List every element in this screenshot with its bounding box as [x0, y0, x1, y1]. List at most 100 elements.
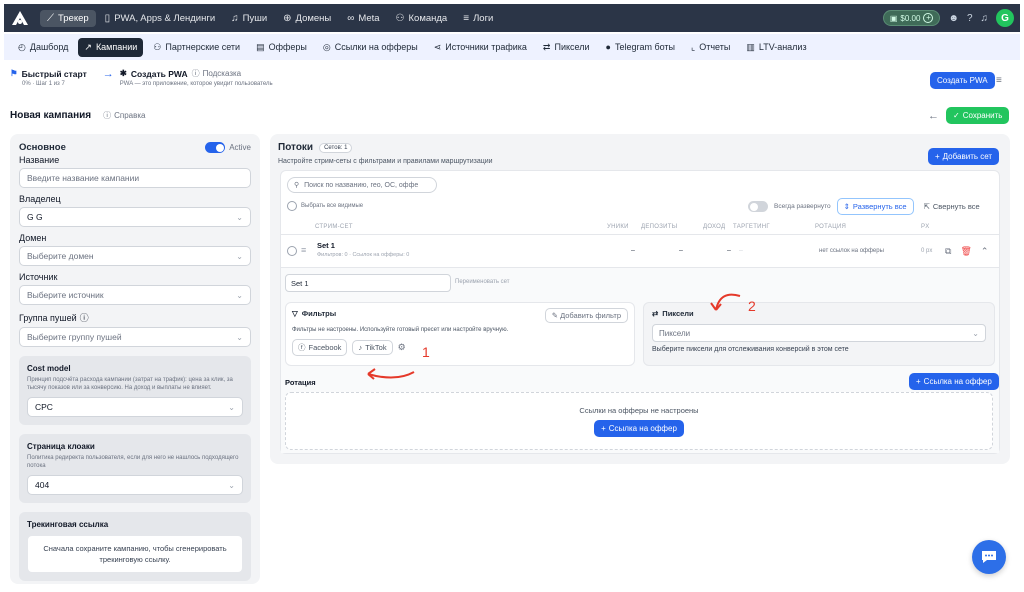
select-all-visible[interactable]: Выбрать все видимые [287, 201, 363, 211]
domain-select[interactable]: Выберите домен ⌄ [19, 246, 251, 266]
plus-icon: + [935, 152, 940, 161]
gear-icon[interactable]: ⚙ [398, 342, 406, 353]
source-label: Источник [19, 272, 58, 282]
copy-icon[interactable]: ⧉ [945, 246, 951, 257]
pixels-title: Пиксели [662, 309, 694, 318]
add-filter-button[interactable]: ✎ Добавить фильтр [544, 308, 628, 323]
menu-icon[interactable]: ≡ [996, 75, 1002, 86]
campaign-name-input[interactable]: Введите название кампании [19, 168, 251, 188]
drag-handle-icon[interactable]: ≡ [301, 245, 306, 255]
active-toggle[interactable] [205, 142, 226, 153]
arrow-right-icon: → [102, 68, 114, 80]
subnav-offers[interactable]: ▤ Офферы [250, 38, 313, 57]
topnav-meta[interactable]: ∞ Meta [340, 10, 386, 27]
search-icon: ⚲ [294, 182, 300, 189]
always-expanded-toggle[interactable] [748, 201, 768, 212]
col-targeting: Таргетинг [733, 224, 770, 230]
subnav-ltv[interactable]: ▥ LTV-анализ [740, 38, 812, 57]
pixels-select[interactable]: Пиксели ⌄ [652, 324, 986, 342]
list-icon: ≡ [463, 12, 470, 24]
subnav-pixels[interactable]: ⇄ Пиксели [537, 38, 596, 57]
chevron-up-icon[interactable]: ⌃ [981, 246, 989, 257]
add-funds-icon[interactable]: + [923, 13, 934, 23]
save-button[interactable]: ✓ Сохранить [946, 107, 1010, 124]
avatar[interactable]: G [996, 9, 1014, 27]
cost-model-card: Cost model Принцип подсчёта расхода камп… [19, 356, 251, 425]
collapse-icon: ⇱ [923, 202, 930, 211]
select-all-checkbox[interactable] [287, 201, 297, 211]
add-set-button[interactable]: + Добавить сет [928, 148, 1000, 165]
owner-select[interactable]: G G ⌄ [19, 207, 251, 227]
sets-count-badge: Сетов: 1 [319, 142, 353, 153]
search-input[interactable]: ⚲ Поиск по названию, гео, ОС, оффе [287, 177, 437, 193]
preset-facebook[interactable]: ⓕ Facebook [292, 339, 348, 356]
rotation-value: нет ссылок на офферы [819, 248, 884, 254]
cost-model-desc: Принцип подсчёта расхода кампании (затра… [27, 377, 233, 391]
hint-link[interactable]: ⓘ Подсказка [192, 68, 242, 79]
section-title: Основное [19, 142, 66, 153]
topnav-domains[interactable]: ⊕ Домены [276, 10, 338, 27]
android-icon: ✱ [119, 68, 127, 78]
cost-model-select[interactable]: CPC ⌄ [27, 397, 243, 417]
facebook-icon: ⓕ [298, 343, 306, 352]
telegram-icon: ● [605, 42, 611, 52]
topnav-pwa[interactable]: ▯ PWA, Apps & Лендинги [98, 10, 222, 27]
add-offer-link-button[interactable]: + Ссылка на оффер [909, 373, 999, 390]
create-pwa-step: ✱ Создать PWA ⓘ Подсказка PWA — это прило… [119, 68, 273, 87]
push-group-select[interactable]: Выберите группу пушей ⌄ [19, 327, 251, 347]
collapse-all-button[interactable]: ⇱ Свернуть все [924, 202, 980, 211]
question-circle-icon[interactable]: ⓘ [80, 311, 89, 324]
ltv-icon: ▥ [746, 41, 755, 52]
set-name-input[interactable]: Set 1 [285, 274, 451, 292]
tiktok-icon: ♪ [358, 343, 363, 352]
back-arrow-icon[interactable]: ← [928, 110, 939, 122]
subnav-traffic-sources[interactable]: ⋖ Источники трафика [428, 38, 533, 57]
table-row[interactable]: ≡ Set 1 Фильтров: 0 · Ссылок на офферы: … [281, 237, 999, 265]
cloak-title: Страница клоаки [27, 442, 95, 451]
active-label: Active [229, 143, 251, 152]
cloak-desc: Политика редиректа пользователя, если дл… [27, 455, 239, 469]
arrows-icon: ⇄ [542, 41, 551, 52]
subnav-offer-links[interactable]: ◎ Ссылки на офферы [317, 38, 424, 57]
reports-icon: ⌞ [691, 41, 696, 52]
quick-start-step[interactable]: ⚑ Быстрый старт 0% · Шаг 1 из 7 [10, 68, 87, 87]
expand-all-button[interactable]: ⇕ Развернуть все [836, 198, 914, 215]
source-select[interactable]: Выберите источник ⌄ [19, 285, 251, 305]
quick-start-progress: 0% · Шаг 1 из 7 [22, 81, 65, 87]
row-checkbox[interactable] [287, 246, 297, 256]
subnav-telegram-bots[interactable]: ● Telegram боты [600, 38, 682, 56]
name-label: Название [19, 155, 60, 165]
user-switch-icon[interactable]: ☻ [948, 13, 959, 24]
notifications-icon[interactable]: ♫ [981, 13, 989, 24]
subnav-affiliate-networks[interactable]: ⚇ Партнерские сети [147, 38, 246, 57]
tracking-title: Трекинговая ссылка [27, 520, 109, 529]
offers-icon: ▤ [256, 41, 265, 52]
phone-icon: ▯ [104, 12, 111, 24]
cloak-select[interactable]: 404 ⌄ [27, 475, 243, 495]
help-icon[interactable]: ? [967, 13, 973, 24]
preset-tiktok[interactable]: ♪ TikTok [352, 340, 393, 355]
globe-icon: ⊕ [283, 12, 292, 24]
subnav-dashboard[interactable]: ◴ Дашборд [12, 38, 74, 57]
col-px: PX [921, 224, 930, 230]
topnav-push[interactable]: ♫ Пуши [224, 10, 274, 27]
team-icon: ⚇ [395, 12, 405, 24]
hint-text: PWA — это приложение, которое увидит пол… [119, 81, 273, 87]
topnav-tracker[interactable]: ⟋ Трекер [40, 9, 96, 27]
chat-support-button[interactable] [972, 540, 1006, 574]
flag-icon: ⚑ [10, 68, 18, 78]
plus-icon: + [916, 377, 921, 386]
app-logo[interactable] [10, 9, 30, 27]
create-pwa-button[interactable]: Создать PWA [930, 72, 995, 89]
balance-badge[interactable]: ▣ $0.00 + [882, 10, 941, 26]
tracking-link-card: Трекинговая ссылка Сначала сохраните кам… [19, 512, 251, 581]
subnav-campaigns[interactable]: ↗ Кампании [78, 37, 144, 57]
trash-icon[interactable]: 🗑 [960, 246, 971, 257]
help-link[interactable]: ⓘ Справка [103, 110, 145, 121]
add-offer-link-button-center[interactable]: + Ссылка на оффер [594, 419, 684, 437]
expand-icon: ⇕ [843, 202, 850, 211]
subnav-reports[interactable]: ⌞ Отчеты [685, 38, 736, 57]
topnav-team[interactable]: ⚇ Команда [389, 10, 455, 27]
share-icon: ⋖ [433, 41, 442, 52]
topnav-logs[interactable]: ≡ Логи [456, 10, 500, 27]
